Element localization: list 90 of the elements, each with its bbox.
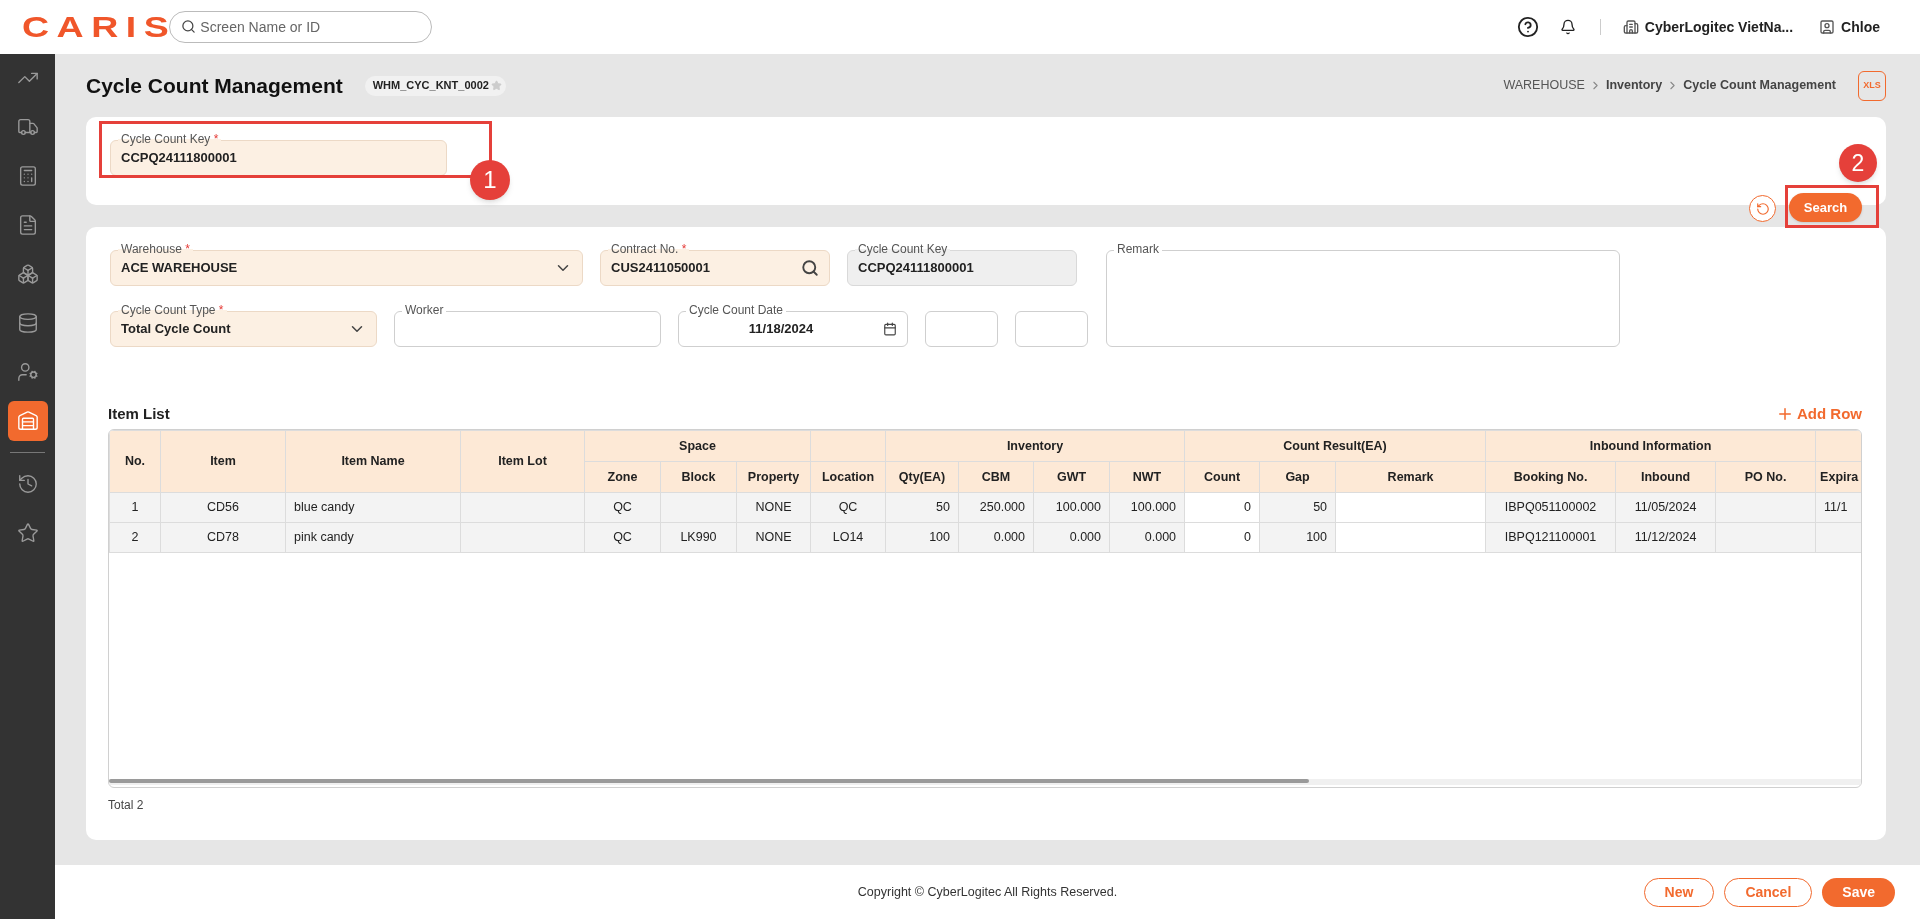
- table-cell: LK990: [660, 522, 737, 553]
- search-icon: [181, 19, 197, 34]
- table-cell: 100.000: [1109, 492, 1185, 523]
- refresh-button[interactable]: [1749, 195, 1776, 222]
- table-cell: QC: [810, 492, 886, 523]
- table-cell: QC: [584, 492, 661, 523]
- column-group-header: Space: [584, 430, 811, 462]
- user-name[interactable]: Chloe: [1841, 16, 1880, 38]
- table-cell: NONE: [736, 492, 811, 523]
- search-icon[interactable]: [801, 259, 819, 277]
- boxes-icon: [16, 263, 39, 285]
- column-header[interactable]: No.: [109, 430, 161, 493]
- column-header[interactable]: Count: [1184, 461, 1260, 493]
- field-label: Cycle Count Key *: [118, 131, 222, 147]
- star-icon[interactable]: [490, 80, 502, 91]
- history-icon: [16, 473, 39, 495]
- building-icon: [1622, 19, 1639, 35]
- horizontal-scrollbar[interactable]: [109, 779, 1861, 785]
- column-header[interactable]: Booking No.: [1485, 461, 1616, 493]
- input-field[interactable]: [925, 311, 998, 347]
- column-header[interactable]: Zone: [584, 461, 661, 493]
- table-cell: 1: [109, 492, 161, 523]
- table-cell: NONE: [736, 522, 811, 553]
- section-title: Item List: [108, 403, 170, 424]
- user-icon: [1819, 19, 1836, 35]
- table-cell: 100: [1259, 522, 1336, 553]
- column-header[interactable]: Location: [810, 461, 886, 493]
- breadcrumb-item[interactable]: WAREHOUSE: [1503, 76, 1585, 95]
- table-cell: 100.000: [1033, 492, 1110, 523]
- table-cell: blue candy: [285, 492, 461, 523]
- column-group-header: Inventory: [885, 430, 1185, 462]
- column-header[interactable]: PO No.: [1715, 461, 1816, 493]
- truck-icon: [16, 116, 39, 138]
- step-number-badge: 2: [1839, 144, 1877, 182]
- warehouse-icon: [16, 410, 39, 432]
- column-header[interactable]: Inbound: [1615, 461, 1716, 493]
- breadcrumb-item: Cycle Count Management: [1683, 77, 1836, 95]
- table-cell: pink candy: [285, 522, 461, 553]
- table-cell: 2: [109, 522, 161, 553]
- step-number-badge: 1: [470, 160, 510, 200]
- cell-input[interactable]: 0: [1184, 492, 1260, 523]
- field-label: Cycle Count Key: [855, 241, 951, 257]
- table-cell: 50: [885, 492, 959, 523]
- table-cell: 50: [1259, 492, 1336, 523]
- column-header[interactable]: Gap: [1259, 461, 1336, 493]
- table-cell: 100: [885, 522, 959, 553]
- table-cell: CD78: [160, 522, 286, 553]
- plus-icon: [1776, 405, 1794, 423]
- table-cell: 250.000: [958, 492, 1034, 523]
- screen-id-badge: WHM_CYC_KNT_0002: [364, 75, 506, 96]
- table-cell: CD56: [160, 492, 286, 523]
- table-cell: IBPQ051100002: [1485, 492, 1616, 523]
- refresh-icon: [1755, 201, 1770, 216]
- column-header[interactable]: Property: [736, 461, 811, 493]
- column-header[interactable]: CBM: [958, 461, 1034, 493]
- column-header[interactable]: Qty(EA): [885, 461, 959, 493]
- company-name[interactable]: CyberLogitec VietNa...: [1644, 16, 1794, 38]
- input-field[interactable]: [1015, 311, 1088, 347]
- table-cell: LO14: [810, 522, 886, 553]
- calendar-icon[interactable]: [883, 322, 897, 336]
- table-cell: 11/12/2024: [1615, 522, 1716, 553]
- bell-icon[interactable]: [1559, 19, 1576, 35]
- total-count: Total 2: [108, 797, 145, 814]
- copyright-text: Copyright © CyberLogitec All Rights Reserved.: [857, 883, 1118, 901]
- sidebar-item[interactable]: [7, 401, 48, 441]
- column-header[interactable]: Item: [160, 430, 286, 493]
- table-cell: 0.000: [958, 522, 1034, 553]
- column-header[interactable]: Remark: [1335, 461, 1486, 493]
- column-group-header: Inbound Information: [1485, 430, 1816, 462]
- cell-input[interactable]: 0: [1184, 522, 1260, 553]
- table-cell: 11/05/2024: [1615, 492, 1716, 523]
- column-header[interactable]: Block: [660, 461, 737, 493]
- page-title: Cycle Count Management: [86, 72, 343, 99]
- database-icon: [16, 312, 39, 334]
- breadcrumb-item[interactable]: Inventory: [1605, 76, 1663, 95]
- star-icon: [16, 522, 39, 544]
- table-cell: IBPQ121100001: [1485, 522, 1616, 553]
- table-cell: 0.000: [1033, 522, 1110, 553]
- user-gear-icon: [16, 361, 39, 383]
- column-header[interactable]: Item Lot: [460, 430, 585, 493]
- column-header[interactable]: GWT: [1033, 461, 1110, 493]
- search-field[interactable]: Screen Name or ID: [169, 11, 433, 43]
- column-group-header: Count Result(EA): [1184, 430, 1486, 462]
- field-label: Cycle Count Date: [686, 302, 787, 318]
- help-icon[interactable]: [1516, 16, 1539, 38]
- column-header[interactable]: NWT: [1109, 461, 1185, 493]
- field-label: Cycle Count Type *: [118, 302, 227, 318]
- table-cell: 0.000: [1109, 522, 1185, 553]
- column-header[interactable]: Item Name: [285, 430, 461, 493]
- table-cell: QC: [584, 522, 661, 553]
